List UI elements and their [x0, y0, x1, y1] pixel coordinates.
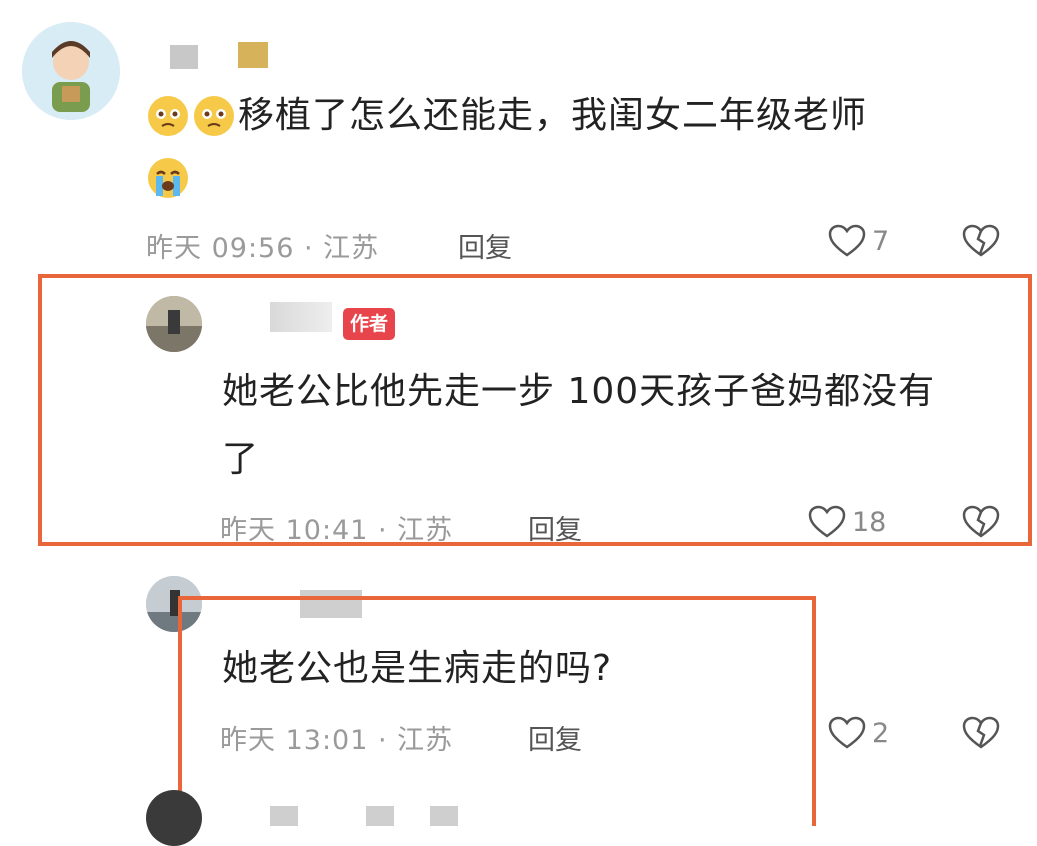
like-button[interactable]: 7: [828, 224, 889, 258]
avatar[interactable]: [146, 296, 202, 352]
broken-heart-icon: [962, 505, 1000, 538]
author-badge: 作者: [343, 308, 396, 340]
reply-button[interactable]: 回复: [528, 718, 582, 757]
heart-outline-icon: [828, 716, 866, 749]
comment-timestamp-location: 昨天 09:56 · 江苏: [146, 233, 380, 264]
loudly-crying-face-emoji: [148, 158, 188, 198]
username-redacted: [238, 42, 268, 68]
dislike-button[interactable]: [962, 716, 1000, 754]
like-count: 2: [872, 717, 890, 749]
username-redacted: [430, 806, 458, 826]
like-button[interactable]: 18: [808, 505, 886, 539]
highlight-frame: [178, 596, 816, 826]
dislike-button[interactable]: [962, 224, 1000, 262]
comment-text: 她老公比他先走一步 100天孩子爸妈都没有: [222, 371, 936, 412]
reply-button[interactable]: 回复: [528, 508, 582, 547]
like-button[interactable]: 2: [828, 716, 889, 750]
avatar[interactable]: [22, 22, 120, 120]
comment-body: 移植了怎么还能走，我闺女二年级老师: [148, 92, 1008, 202]
heart-outline-icon: [828, 224, 866, 257]
comment-timestamp-location: 昨天 13:01 · 江苏: [220, 725, 454, 756]
comment-timestamp-location: 昨天 10:41 · 江苏: [220, 515, 454, 546]
comment-text: 她老公也是生病走的吗?: [222, 648, 613, 689]
crying-face-emoji: [194, 96, 234, 136]
heart-outline-icon: [808, 505, 846, 538]
like-count: 18: [852, 506, 887, 538]
username-redacted: [170, 45, 198, 69]
avatar[interactable]: [146, 790, 202, 846]
username-redacted: [270, 806, 298, 826]
dislike-button[interactable]: [962, 505, 1000, 543]
reply-button[interactable]: 回复: [458, 226, 512, 265]
crying-face-emoji: [148, 96, 188, 136]
like-count: 7: [872, 225, 890, 257]
username-redacted: [270, 302, 332, 332]
broken-heart-icon: [962, 224, 1000, 257]
broken-heart-icon: [962, 716, 1000, 749]
comment-text-continued: 了: [222, 439, 260, 480]
username-redacted: [366, 806, 394, 826]
comment-text: 移植了怎么还能走，我闺女二年级老师: [238, 95, 868, 136]
